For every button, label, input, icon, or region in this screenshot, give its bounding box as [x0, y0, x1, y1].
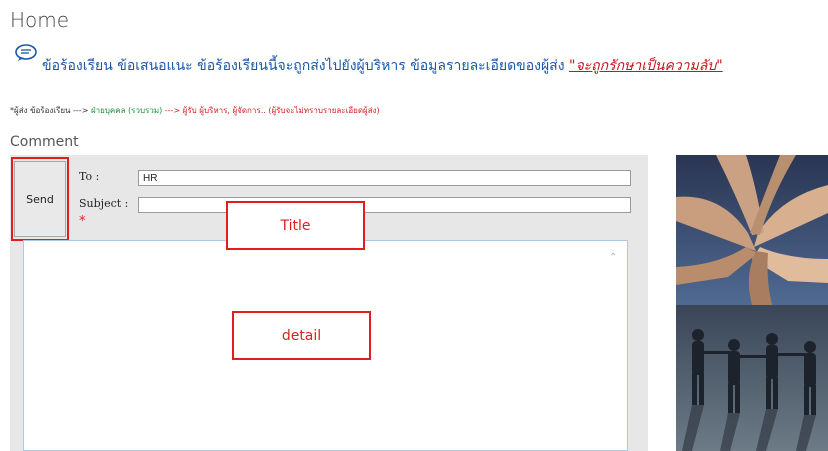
- flow-receiver: ---> ผู้รับ ผู้บริหาร, ผู้จัดการ.. (ผู้ร…: [164, 106, 380, 115]
- comment-heading: Comment: [10, 134, 79, 150]
- title-annotation: Title: [226, 201, 365, 250]
- to-field[interactable]: HR: [138, 170, 631, 186]
- scroll-up-arrow-icon[interactable]: ⌃: [609, 252, 617, 263]
- notice-message: ข้อร้องเรียน ข้อเสนอแนะ ข้อร้องเรียนนี้จ…: [42, 58, 570, 74]
- speech-bubble-icon: [15, 44, 37, 61]
- confidential-note: "จะถูกรักษาเป็นความลับ": [569, 58, 723, 74]
- submission-flow-note: *ผู้ส่ง ข้อร้องเรียน ---> ฝ่ายบุคคล (รวบ…: [10, 104, 380, 117]
- to-label: To :: [79, 170, 100, 183]
- flow-sender: *ผู้ส่ง ข้อร้องเรียน --->: [10, 106, 89, 115]
- page-title: Home: [10, 8, 70, 32]
- notice-text: ข้อร้องเรียน ข้อเสนอแนะ ข้อร้องเรียนนี้จ…: [42, 55, 723, 77]
- teamwork-photo: [676, 155, 828, 451]
- subject-field[interactable]: [138, 197, 631, 213]
- detail-annotation: detail: [232, 311, 371, 360]
- subject-label: Subject :: [79, 197, 129, 210]
- required-marker: *: [79, 214, 86, 229]
- send-button-highlight: [11, 157, 69, 241]
- flow-hr: ฝ่ายบุคคล (รวบรวม): [88, 106, 165, 115]
